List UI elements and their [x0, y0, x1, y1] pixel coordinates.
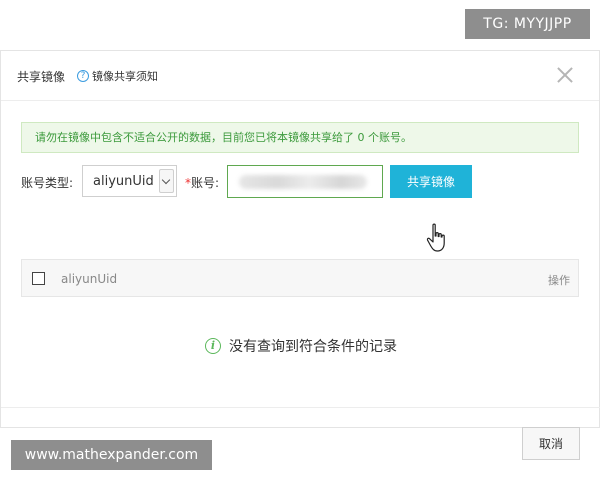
column-header-aliyunuid: aliyunUid [61, 272, 118, 286]
empty-state-text: 没有查询到符合条件的记录 [229, 339, 397, 355]
help-link-wrap[interactable]: ? 镜像共享须知 [77, 68, 158, 84]
dialog-header: 共享镜像 ? 镜像共享须知 [1, 51, 599, 101]
info-icon: i [205, 338, 221, 354]
hand-cursor-icon [426, 223, 445, 252]
share-image-dialog: 共享镜像 ? 镜像共享须知 请勿在镜像中包含不适合公开的数据，目前您已将本镜像共… [0, 50, 600, 460]
account-type-select[interactable]: aliyunUid [82, 165, 177, 197]
account-type-label: 账号类型: [21, 176, 74, 190]
dialog-title: 共享镜像 [17, 70, 66, 84]
watermark-bottom: www.mathexpander.com [11, 440, 212, 470]
share-image-button[interactable]: 共享镜像 [390, 165, 472, 198]
page: TG: MYYJJPP 共享镜像 ? 镜像共享须知 请勿在镜像中包含不适合公开的… [0, 0, 600, 480]
account-input[interactable] [227, 165, 383, 198]
share-warning-notice: 请勿在镜像中包含不适合公开的数据，目前您已将本镜像共享给了 0 个账号。 [21, 122, 579, 153]
watermark-top: TG: MYYJJPP [465, 9, 590, 39]
share-form-row: 账号类型: aliyunUid *账号: 共享镜像 [21, 165, 581, 199]
account-label: *账号: [185, 174, 219, 191]
account-table-header: aliyunUid 操作 [21, 259, 579, 297]
help-circle-icon: ? [77, 70, 89, 82]
select-all-checkbox[interactable] [32, 272, 45, 285]
share-notice-link[interactable]: 镜像共享须知 [92, 68, 158, 84]
account-type-value: aliyunUid [93, 174, 154, 189]
column-header-actions: 操作 [548, 274, 570, 287]
account-label-text: 账号: [191, 176, 220, 190]
cancel-button[interactable]: 取消 [522, 427, 580, 460]
close-icon[interactable] [553, 63, 577, 87]
chevron-down-icon[interactable] [159, 169, 174, 193]
empty-state: i 没有查询到符合条件的记录 [1, 336, 600, 356]
footer-divider [1, 407, 600, 408]
